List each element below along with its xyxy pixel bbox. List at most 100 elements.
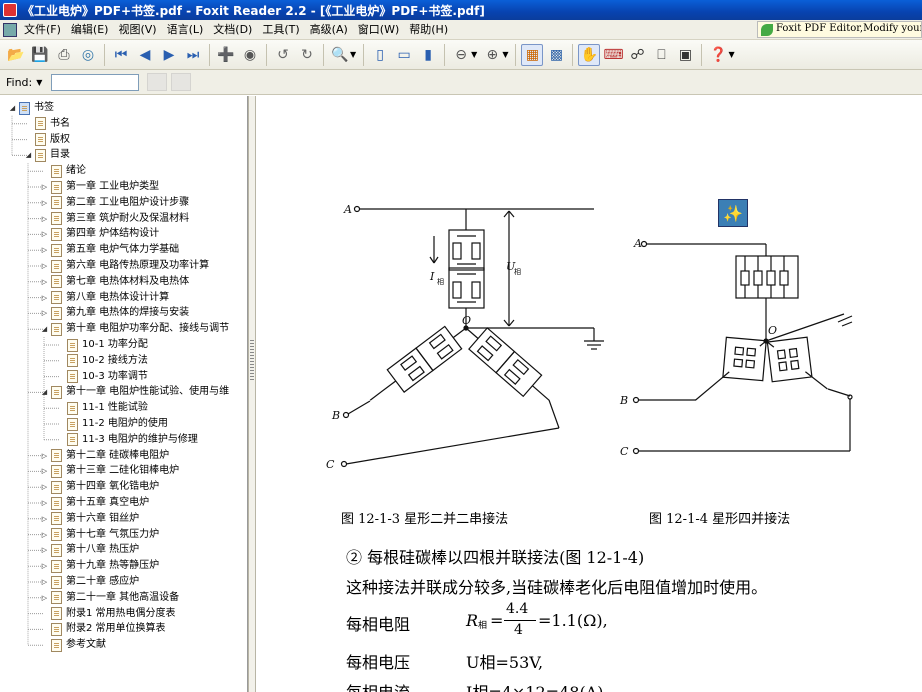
expand-icon[interactable]: ▷ [40, 448, 49, 464]
document-icon[interactable] [3, 22, 17, 37]
bookmark-item[interactable]: ▷ 第十八章 热压炉 [40, 542, 139, 558]
expand-icon[interactable]: ▷ [40, 479, 49, 495]
bookmark-item[interactable]: ▷ 第七章 电热体材料及电热体 [40, 274, 189, 290]
menu-view[interactable]: 视图(V) [113, 20, 161, 39]
menu-language[interactable]: 语言(L) [162, 20, 209, 39]
bookmark-item[interactable]: 11-3 电阻炉的维护与修理 [56, 432, 198, 448]
email-icon[interactable]: ◎ [77, 44, 99, 66]
bookmark-item[interactable]: ▷ 第十三章 二硅化钼棒电炉 [40, 463, 179, 479]
bookmark-item[interactable]: 10-1 功率分配 [56, 337, 148, 353]
zoom-in-plus-icon[interactable]: ⊕ [481, 44, 503, 66]
bookmark-item[interactable]: ▷ 第二十一章 其他高温设备 [40, 590, 179, 606]
expand-icon[interactable]: ▷ [40, 211, 49, 227]
expand-icon[interactable]: ▷ [40, 558, 49, 574]
bookmark-item[interactable]: 附录1 常用热电偶分度表 [40, 606, 176, 622]
bookmark-item[interactable]: ▷ 第十七章 气氛压力炉 [40, 527, 159, 543]
bookmark-item[interactable]: ◢ 第十章 电阻炉功率分配、接线与调节 [40, 321, 229, 337]
chevron-down-icon[interactable]: ▼ [471, 50, 477, 59]
prev-page-icon[interactable]: ◀ [134, 44, 156, 66]
menu-advanced[interactable]: 高级(A) [305, 20, 353, 39]
bookmark-item[interactable]: ▷ 第八章 电热体设计计算 [40, 290, 169, 306]
bookmark-item[interactable]: ◢ 目录 [24, 147, 70, 163]
bookmark-panel-icon[interactable]: ▦ [521, 43, 544, 66]
bookmark-item[interactable]: 参考文献 [40, 637, 106, 653]
rotate-right-icon[interactable]: ↻ [296, 44, 318, 66]
rotate-left-icon[interactable]: ↺ [272, 44, 294, 66]
expand-icon[interactable]: ▷ [40, 527, 49, 543]
chevron-down-icon[interactable]: ▼ [502, 50, 508, 59]
find-previous-button[interactable] [147, 73, 168, 91]
menu-help[interactable]: 帮助(H) [404, 20, 453, 39]
expand-icon[interactable]: ▷ [40, 290, 49, 306]
forward-icon[interactable]: ◉ [239, 44, 261, 66]
bookmark-item[interactable]: ▷ 第四章 炉体结构设计 [40, 226, 159, 242]
menu-tools[interactable]: 工具(T) [257, 20, 304, 39]
expand-icon[interactable]: ▷ [40, 305, 49, 321]
text-select-icon[interactable]: ⌨ [602, 44, 624, 66]
fit-page-icon[interactable]: ▭ [393, 44, 415, 66]
document-view[interactable]: A B C O I 相 U 相 A B C O ✨ 图 12-1-3 星形二并二… [256, 96, 922, 692]
bookmark-item[interactable]: 附录2 常用单位换算表 [40, 621, 166, 637]
help-icon[interactable]: ❓ [707, 44, 729, 66]
last-page-icon[interactable]: ⏭ [182, 44, 204, 66]
zoom-out-icon[interactable]: ⊖ [450, 44, 472, 66]
first-page-icon[interactable]: ⏮ [110, 44, 132, 66]
bookmark-item[interactable]: ▷ 第九章 电热体的焊接与安装 [40, 305, 189, 321]
next-page-icon[interactable]: ▶ [158, 44, 180, 66]
open-icon[interactable]: 📂 [5, 44, 27, 66]
bookmark-item[interactable]: ▷ 第二十章 感应炉 [40, 574, 139, 590]
bookmark-item[interactable]: 10-3 功率调节 [56, 369, 148, 385]
chevron-down-icon[interactable]: ▼ [728, 50, 734, 59]
collapse-icon[interactable]: ◢ [40, 384, 49, 400]
bookmark-item[interactable]: 11-2 电阻炉的使用 [56, 416, 168, 432]
thumbnail-icon[interactable]: ▩ [545, 44, 567, 66]
bookmark-item[interactable]: ▷ 第三章 筑炉耐火及保温材料 [40, 211, 189, 227]
panel-splitter[interactable] [248, 96, 256, 692]
ad-banner[interactable]: Foxit PDF Editor,Modify your PDF [757, 21, 922, 38]
bookmark-item[interactable]: 书名 [24, 116, 70, 132]
zoom-in-icon[interactable]: 🔍 [329, 44, 351, 66]
save-icon[interactable]: 💾 [29, 44, 51, 66]
fit-width-icon[interactable]: ▮ [417, 44, 439, 66]
expand-icon[interactable]: ▷ [40, 226, 49, 242]
back-icon[interactable]: ➕ [215, 44, 237, 66]
find-next-button[interactable] [171, 73, 192, 91]
bookmark-item[interactable]: ▷ 第一章 工业电炉类型 [40, 179, 159, 195]
bookmark-item[interactable]: ▷ 第二章 工业电阻炉设计步骤 [40, 195, 189, 211]
bookmark-item[interactable]: ▷ 第十六章 钼丝炉 [40, 511, 139, 527]
bookmark-item[interactable]: ◢ 书签 [8, 100, 54, 116]
bookmark-item[interactable]: 11-1 性能试验 [56, 400, 148, 416]
bookmark-item[interactable]: ▷ 第六章 电路传热原理及功率计算 [40, 258, 209, 274]
chevron-down-icon[interactable]: ▼ [36, 78, 42, 87]
bookmark-item[interactable]: ▷ 第十二章 硅碳棒电阻炉 [40, 448, 169, 464]
expand-icon[interactable]: ▷ [40, 463, 49, 479]
bookmark-item[interactable]: 10-2 接线方法 [56, 353, 148, 369]
collapse-icon[interactable]: ◢ [40, 321, 49, 337]
collapse-icon[interactable]: ◢ [24, 147, 33, 163]
bookmark-item[interactable]: 版权 [24, 132, 70, 148]
expand-icon[interactable]: ▷ [40, 511, 49, 527]
find-input[interactable] [51, 73, 140, 91]
find-icon[interactable]: ☍ [626, 44, 648, 66]
actual-size-icon[interactable]: ▯ [369, 44, 391, 66]
collapse-icon[interactable]: ◢ [8, 100, 17, 116]
bookmark-item[interactable]: ▷ 第五章 电炉气体力学基础 [40, 242, 179, 258]
bookmark-item[interactable]: ▷ 第十四章 氧化锆电炉 [40, 479, 159, 495]
bookmark-item[interactable]: ▷ 第十九章 热等静压炉 [40, 558, 159, 574]
expand-icon[interactable]: ▷ [40, 195, 49, 211]
menu-window[interactable]: 窗口(W) [353, 20, 404, 39]
hand-tool-icon[interactable]: ✋ [578, 43, 601, 66]
menu-document[interactable]: 文档(D) [208, 20, 257, 39]
splitter-grip[interactable] [250, 340, 254, 380]
print-icon[interactable]: ⎙ [53, 44, 75, 66]
bookmark-item[interactable]: 绪论 [40, 163, 86, 179]
snapshot-icon[interactable]: ▣ [674, 44, 696, 66]
menu-file[interactable]: 文件(F) [19, 20, 66, 39]
typewriter-icon[interactable]: ⎕ [650, 44, 672, 66]
expand-icon[interactable]: ▷ [40, 258, 49, 274]
expand-icon[interactable]: ▷ [40, 179, 49, 195]
bookmark-item[interactable]: ▷ 第十五章 真空电炉 [40, 495, 149, 511]
bookmark-item[interactable]: ◢ 第十一章 电阻炉性能试验、使用与维 [40, 384, 229, 400]
expand-icon[interactable]: ▷ [40, 495, 49, 511]
expand-icon[interactable]: ▷ [40, 590, 49, 606]
